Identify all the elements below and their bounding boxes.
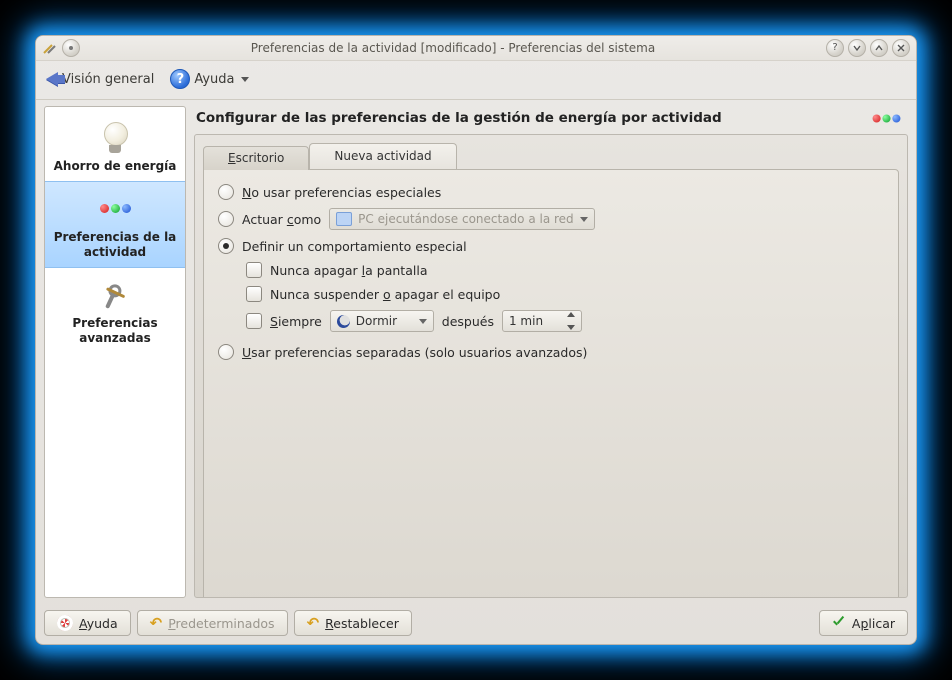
check-never-off-screen[interactable]: Nunca apagar la pantalla (246, 258, 884, 282)
help-button[interactable]: Ayuda (44, 610, 131, 636)
dialog-button-row: Ayuda ↶ Predeterminados ↶ Restablecer Ap… (36, 604, 916, 644)
close-window-button[interactable] (892, 39, 910, 57)
check-icon (832, 616, 846, 630)
checkbox-icon (246, 286, 262, 302)
sidebar-item-label: Ahorro de energía (51, 159, 179, 173)
titlebar: Preferencias de la actividad [modificado… (36, 36, 916, 61)
check-never-suspend[interactable]: Nunca suspender o apagar el equipo (246, 282, 884, 306)
checkbox-icon (246, 262, 262, 278)
combo-value: Dormir (356, 314, 397, 328)
radio-icon (218, 184, 234, 200)
sidebar: Ahorro de energía Preferencias de la act… (44, 106, 186, 598)
toolbar: Visión general ? Ayuda (36, 61, 916, 100)
option-label: Definir un comportamiento especial (242, 239, 467, 254)
main-area: Ahorro de energía Preferencias de la act… (36, 100, 916, 604)
sidebar-item-label: Preferencias de la actividad (51, 230, 179, 259)
app-menu-icon[interactable] (42, 40, 58, 56)
undo-icon: ↶ (307, 614, 320, 632)
tab-new-activity[interactable]: Nueva actividad (309, 143, 456, 169)
option-no-special[interactable]: No usar preferencias especiales (218, 180, 884, 204)
tab-desktop[interactable]: Escritorio (203, 146, 309, 170)
minimize-window-button[interactable] (848, 39, 866, 57)
option-separate-prefs[interactable]: Usar preferencias separadas (solo usuari… (218, 340, 884, 364)
sidebar-item-energy-saving[interactable]: Ahorro de energía (45, 111, 185, 181)
overview-back-button[interactable]: Visión general (46, 72, 154, 87)
sidebar-item-advanced[interactable]: Preferencias avanzadas (45, 268, 185, 353)
option-act-as[interactable]: Actuar como PC ejecutándose conectado a … (218, 204, 884, 234)
radio-icon (218, 211, 234, 227)
option-define-special[interactable]: Definir un comportamiento especial (218, 234, 884, 258)
after-duration-spin[interactable]: 1 min (502, 310, 582, 332)
pin-window-button[interactable] (62, 39, 80, 57)
window-title: Preferencias de la actividad [modificado… (80, 41, 826, 55)
combo-value: PC ejecutándose conectado a la red (358, 212, 574, 226)
act-as-combo[interactable]: PC ejecutándose conectado a la red (329, 208, 595, 230)
page-title: Configurar de las preferencias de la ges… (196, 110, 871, 126)
spin-buttons[interactable] (567, 312, 579, 330)
check-always-action[interactable]: Siempre Dormir después 1 min (246, 306, 884, 336)
lifebuoy-icon (57, 615, 73, 631)
chevron-down-icon (580, 217, 588, 222)
sleep-icon (337, 315, 350, 328)
chevron-down-icon (567, 325, 575, 330)
overview-label: Visión general (62, 72, 154, 87)
lightbulb-icon (51, 117, 179, 157)
sleep-action-combo[interactable]: Dormir (330, 310, 434, 332)
chevron-down-icon (241, 77, 249, 82)
undo-icon: ↶ (150, 614, 163, 632)
radio-icon (218, 238, 234, 254)
window: Preferencias de la actividad [modificado… (35, 35, 917, 645)
defaults-button[interactable]: ↶ Predeterminados (137, 610, 288, 636)
help-menu-button[interactable]: ? Ayuda (170, 69, 248, 89)
content-panel: Escritorio Nueva actividad No usar prefe… (194, 134, 908, 598)
maximize-window-button[interactable] (870, 39, 888, 57)
chevron-up-icon (567, 312, 575, 317)
spin-value: 1 min (509, 314, 543, 328)
activity-dots-icon (51, 188, 179, 228)
tab-bar: Escritorio Nueva actividad (195, 135, 907, 169)
help-window-button[interactable]: ? (826, 39, 844, 57)
apply-button[interactable]: Aplicar (819, 610, 908, 636)
tab-panel: No usar preferencias especiales Actuar c… (203, 169, 899, 598)
help-icon: ? (170, 69, 190, 89)
tab-label: Nueva actividad (334, 149, 431, 163)
checkbox-icon (246, 313, 262, 329)
pc-icon (336, 212, 352, 226)
activity-dots-icon (873, 114, 901, 122)
content: Configurar de las preferencias de la ges… (194, 106, 908, 598)
reset-button[interactable]: ↶ Restablecer (294, 610, 412, 636)
chevron-down-icon (419, 319, 427, 324)
radio-icon (218, 344, 234, 360)
after-label: después (442, 314, 494, 329)
back-arrow-icon (46, 72, 58, 86)
help-label: Ayuda (194, 72, 234, 87)
